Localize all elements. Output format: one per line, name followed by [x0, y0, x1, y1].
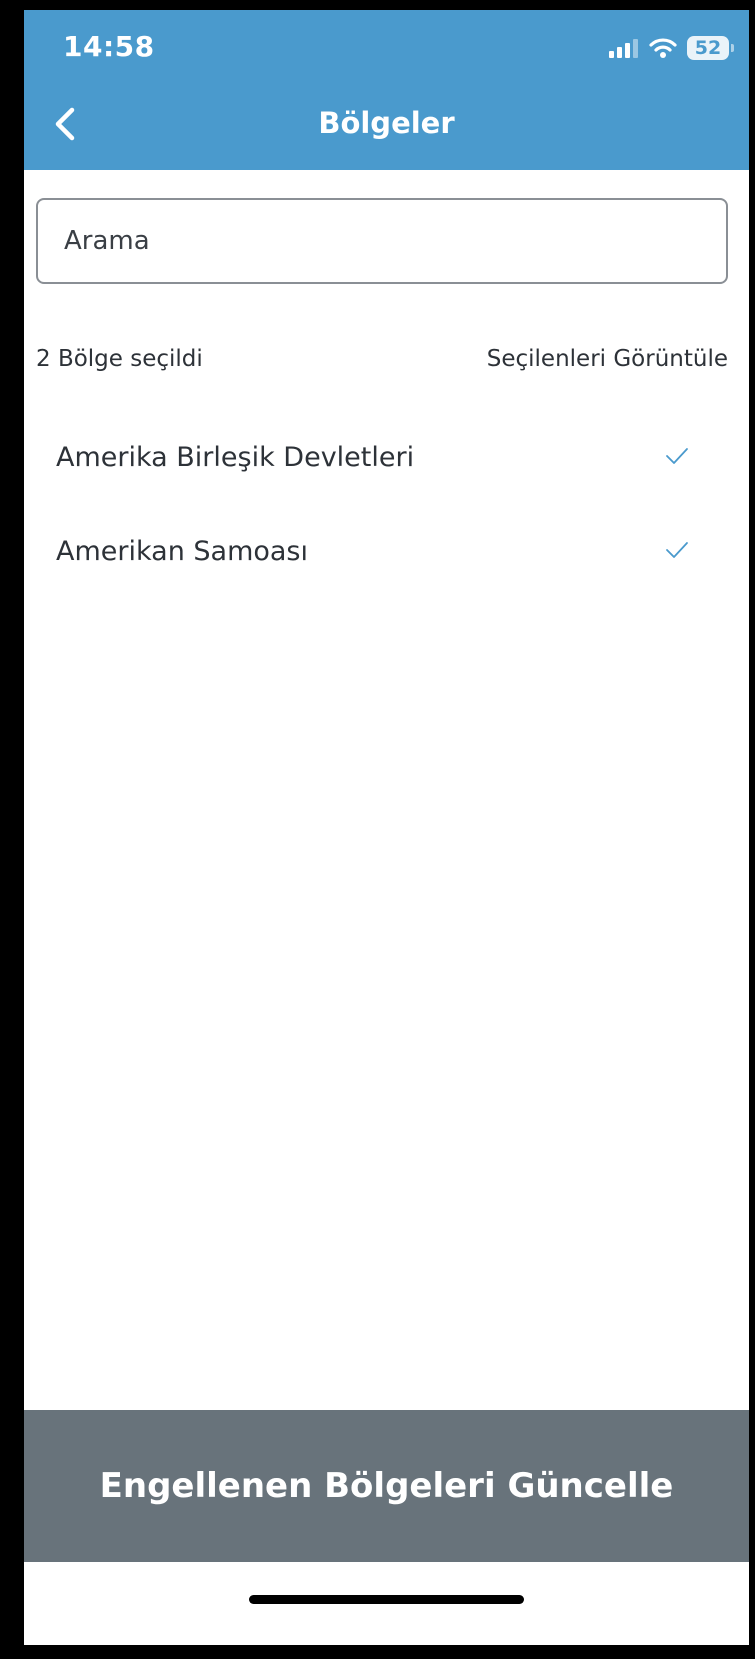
screen: 14:58 52 Bölgeler 2 Bölge se: [24, 10, 749, 1645]
update-blocked-regions-button[interactable]: Engellenen Bölgeleri Güncelle: [24, 1410, 749, 1562]
view-selected-link[interactable]: Seçilenleri Görüntüle: [487, 346, 728, 372]
region-list: Amerika Birleşik Devletleri Amerikan Sam…: [24, 410, 749, 598]
region-label: Amerikan Samoası: [56, 535, 309, 567]
battery-icon: 52: [687, 36, 734, 60]
home-indicator: [249, 1595, 524, 1604]
check-icon: [666, 542, 688, 558]
wifi-icon: [649, 38, 677, 58]
region-label: Amerika Birleşik Devletleri: [56, 441, 415, 473]
page-title: Bölgeler: [318, 106, 455, 140]
battery-level: 52: [694, 37, 722, 59]
update-button-label: Engellenen Bölgeleri Güncelle: [99, 1466, 674, 1506]
list-item[interactable]: Amerika Birleşik Devletleri: [24, 410, 749, 504]
list-item[interactable]: Amerikan Samoası: [24, 504, 749, 598]
signal-icon: [609, 39, 638, 58]
check-icon: [666, 448, 688, 464]
status-time: 14:58: [63, 30, 155, 63]
selected-count-label: 2 Bölge seçildi: [36, 346, 203, 372]
search-input[interactable]: [36, 198, 728, 284]
app-header: 14:58 52 Bölgeler: [24, 10, 749, 170]
status-icons: 52: [609, 34, 734, 62]
